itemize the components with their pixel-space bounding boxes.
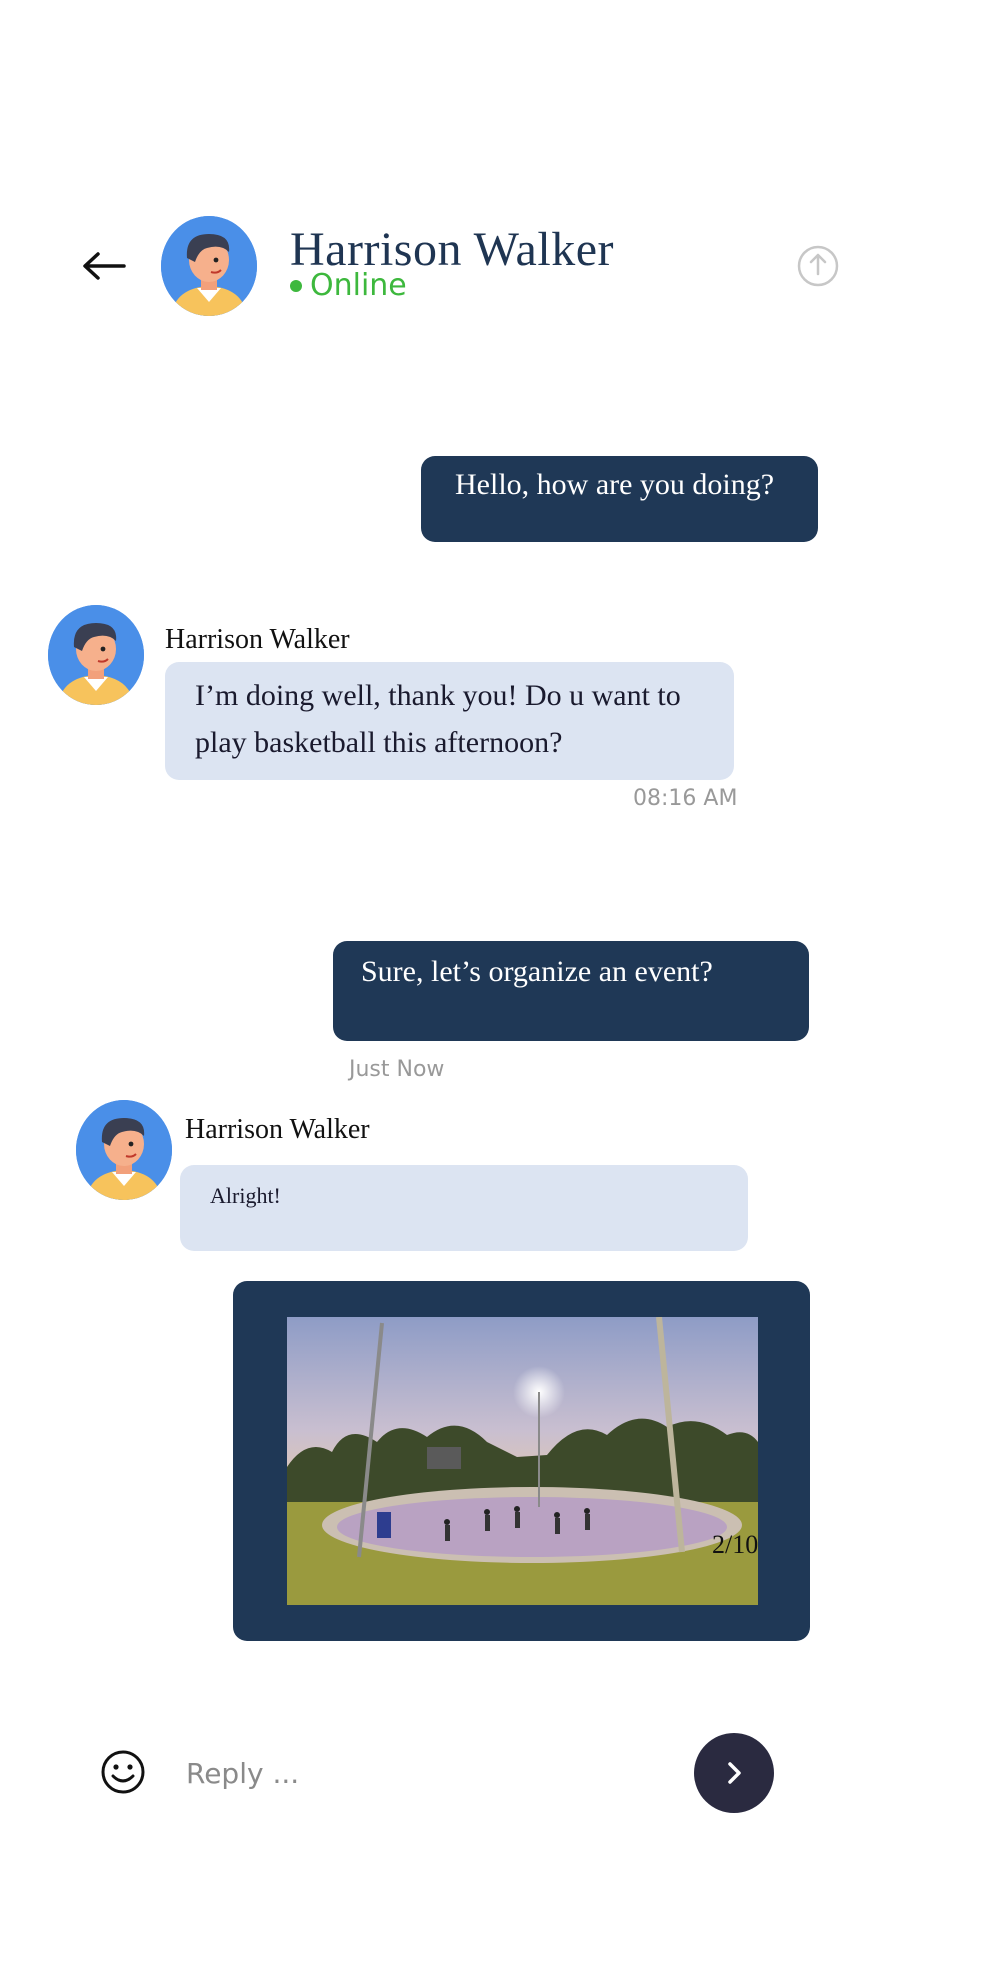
emoji-button[interactable] xyxy=(99,1748,147,1796)
avatar-illustration xyxy=(48,605,144,705)
online-dot-icon xyxy=(290,279,302,292)
photo-illustration xyxy=(287,1317,758,1605)
photo-counter: 2/10 xyxy=(712,1530,759,1559)
online-status: Online xyxy=(290,268,407,303)
back-button[interactable] xyxy=(80,248,128,284)
message-timestamp: 08:16 AM xyxy=(633,786,738,811)
send-button[interactable] xyxy=(694,1733,774,1813)
contact-avatar[interactable] xyxy=(161,216,257,316)
reply-input[interactable] xyxy=(180,1748,672,1798)
avatar-illustration xyxy=(161,216,257,316)
smiley-icon xyxy=(101,1750,145,1794)
share-button[interactable] xyxy=(796,244,840,288)
message-bubble-outgoing[interactable]: Sure, let’s organize an event? xyxy=(333,941,809,1041)
avatar-illustration xyxy=(76,1100,172,1200)
chevron-right-icon xyxy=(728,1762,741,1784)
sender-avatar[interactable] xyxy=(76,1100,172,1200)
arrow-left-icon xyxy=(83,252,126,280)
message-bubble-outgoing[interactable]: Hello, how are you doing? xyxy=(421,456,818,542)
basketball-court-photo[interactable] xyxy=(287,1317,758,1605)
sender-name: Harrison Walker xyxy=(185,1114,370,1145)
message-bubble-incoming[interactable]: Alright! xyxy=(180,1165,748,1251)
message-timestamp: Just Now xyxy=(349,1057,445,1082)
sender-name: Harrison Walker xyxy=(165,624,350,655)
sender-avatar[interactable] xyxy=(48,605,144,705)
message-bubble-incoming[interactable]: I’m doing well, thank you! Do u want to … xyxy=(165,662,734,780)
status-label: Online xyxy=(310,268,407,303)
share-upload-icon xyxy=(797,245,839,287)
